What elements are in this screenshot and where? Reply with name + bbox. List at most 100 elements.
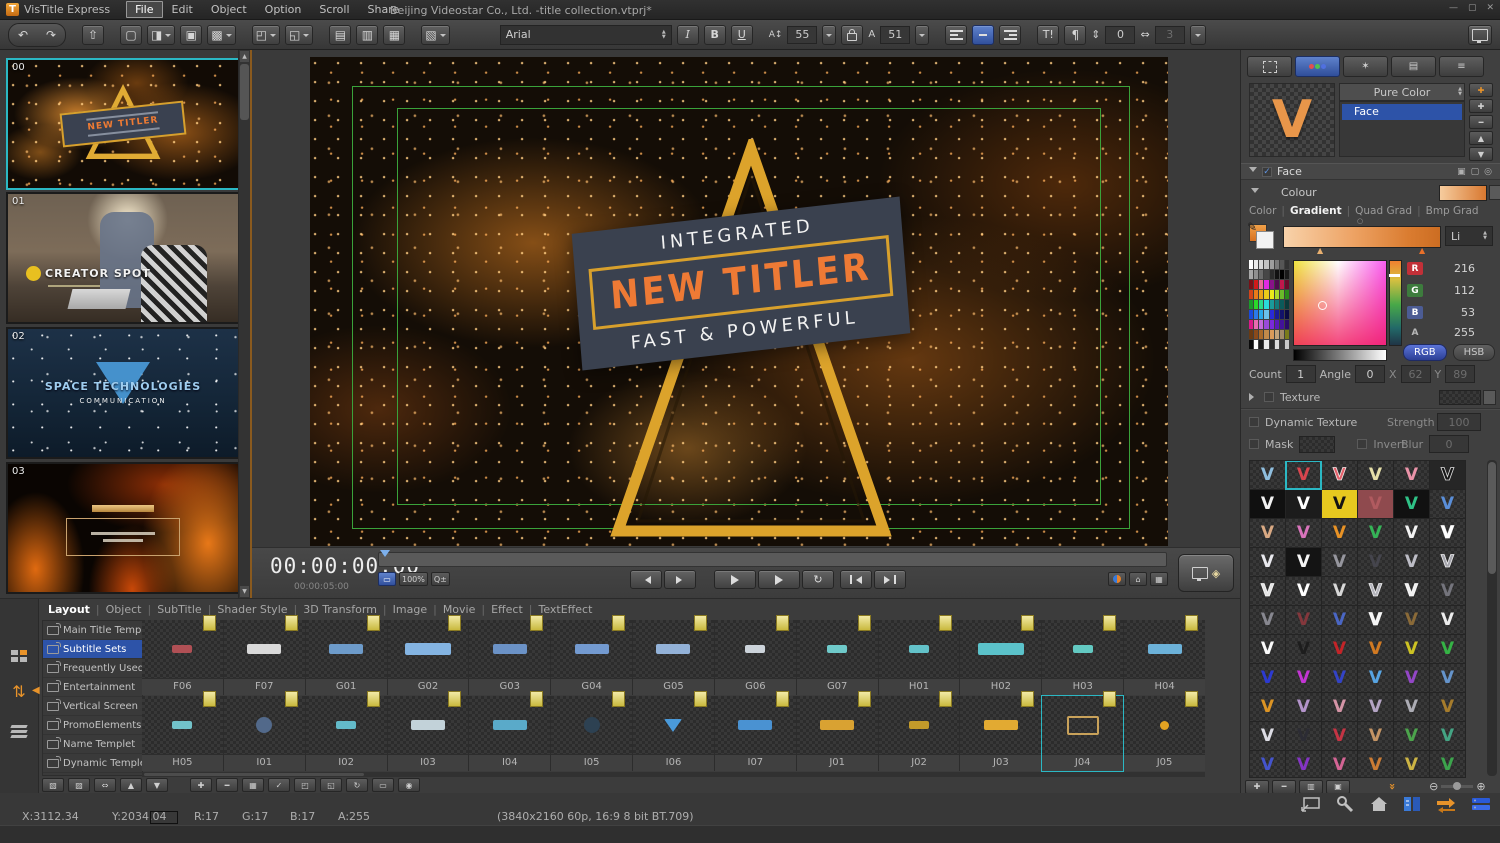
palette-swatch[interactable] bbox=[1264, 330, 1269, 339]
next-frame-button[interactable] bbox=[664, 570, 696, 589]
palette-swatch[interactable] bbox=[1259, 310, 1264, 319]
library-tab-layout[interactable]: Layout bbox=[48, 603, 90, 616]
palette-swatch[interactable] bbox=[1274, 280, 1279, 289]
palette-swatch[interactable] bbox=[1249, 310, 1254, 319]
template-i04[interactable]: I04 bbox=[469, 691, 551, 771]
title-thumbnail-03[interactable]: 03 bbox=[6, 462, 240, 594]
style-preset-22[interactable]: V bbox=[1394, 548, 1429, 576]
gradient-stop-2[interactable]: ▲ bbox=[1419, 246, 1425, 255]
template-j03[interactable]: J03 bbox=[960, 691, 1042, 771]
move-down-button[interactable]: ▼ bbox=[146, 778, 168, 792]
style-preset-35[interactable]: V bbox=[1430, 606, 1465, 634]
panel-layout-icon[interactable] bbox=[1402, 795, 1422, 813]
style-preset-28[interactable]: V bbox=[1394, 577, 1429, 605]
collapse-panel-icon[interactable]: ◀ bbox=[32, 685, 40, 696]
grid-toggle-button[interactable]: ▦ bbox=[1150, 572, 1168, 586]
palette-swatch[interactable] bbox=[1254, 280, 1259, 289]
save-as-button[interactable]: ▩ bbox=[207, 24, 236, 45]
playhead[interactable] bbox=[380, 550, 390, 562]
style-preset-39[interactable]: V bbox=[1358, 635, 1393, 663]
zoom-level-button[interactable]: 100% bbox=[399, 572, 428, 586]
style-preset-54[interactable]: V bbox=[1250, 722, 1285, 750]
menu-file[interactable]: File bbox=[126, 1, 163, 18]
palette-swatch[interactable] bbox=[1249, 260, 1254, 269]
style-preset-49[interactable]: V bbox=[1286, 693, 1321, 721]
style-preset-53[interactable]: V bbox=[1430, 693, 1465, 721]
palette-swatch[interactable] bbox=[1269, 320, 1274, 329]
palette-swatch[interactable] bbox=[1274, 290, 1279, 299]
palette-swatch[interactable] bbox=[1259, 290, 1264, 299]
palette-swatch[interactable] bbox=[1284, 260, 1289, 269]
face-enabled-checkbox[interactable]: ✓ bbox=[1262, 166, 1272, 177]
category-name-templet[interactable]: Name Templet bbox=[43, 735, 142, 754]
add-layer-button[interactable]: ✚ bbox=[1469, 83, 1493, 97]
style-preset-7[interactable]: V bbox=[1286, 490, 1321, 518]
style-preset-14[interactable]: V bbox=[1322, 519, 1357, 547]
palette-swatch[interactable] bbox=[1274, 320, 1279, 329]
template-i02[interactable]: I02 bbox=[305, 691, 387, 771]
template-h01[interactable]: H01 bbox=[878, 615, 960, 695]
palette-swatch[interactable] bbox=[1264, 310, 1269, 319]
palette-swatch[interactable] bbox=[1284, 340, 1289, 349]
storage-drive-icon[interactable] bbox=[1470, 795, 1492, 813]
fit-view-button[interactable]: ▭ bbox=[378, 572, 396, 586]
palette-swatch[interactable] bbox=[1269, 280, 1274, 289]
save-button[interactable]: ▣ bbox=[180, 24, 203, 45]
palette-swatch[interactable] bbox=[1269, 340, 1274, 349]
b-value[interactable]: 53 bbox=[1431, 306, 1475, 319]
style-preset-50[interactable]: V bbox=[1322, 693, 1357, 721]
transfer-icon[interactable] bbox=[1435, 795, 1457, 813]
open-button[interactable]: ◨ bbox=[147, 24, 176, 45]
palette-swatch[interactable] bbox=[1259, 330, 1264, 339]
style-preset-10[interactable]: V bbox=[1394, 490, 1429, 518]
style-preset-26[interactable]: V bbox=[1322, 577, 1357, 605]
char-spacing-value[interactable]: 51 bbox=[880, 25, 911, 44]
template-h05[interactable]: H05 bbox=[142, 691, 223, 771]
template-i03[interactable]: I03 bbox=[387, 691, 469, 771]
reset-style-icon[interactable]: ◎ bbox=[1484, 167, 1492, 177]
style-preset-45[interactable]: V bbox=[1358, 664, 1393, 692]
template-h02[interactable]: H02 bbox=[960, 615, 1042, 695]
style-preset-60[interactable]: V bbox=[1250, 751, 1285, 777]
title-thumbnail-01[interactable]: 01 CREATOR SPOT bbox=[6, 192, 240, 324]
mask-checkbox[interactable] bbox=[1249, 439, 1259, 449]
palette-swatch[interactable] bbox=[1279, 330, 1284, 339]
palette-swatch[interactable] bbox=[1284, 310, 1289, 319]
template-g07[interactable]: G07 bbox=[796, 615, 878, 695]
hsb-mode-button[interactable]: HSB bbox=[1452, 344, 1496, 361]
palette-swatch[interactable] bbox=[1279, 310, 1284, 319]
invert-checkbox[interactable] bbox=[1357, 439, 1368, 449]
r-value[interactable]: 216 bbox=[1431, 262, 1475, 275]
align-center-button[interactable] bbox=[972, 24, 995, 45]
palette-swatch[interactable] bbox=[1284, 330, 1289, 339]
library-tab-image[interactable]: Image bbox=[393, 603, 427, 616]
timeline-track[interactable] bbox=[378, 552, 1167, 567]
restore-icon[interactable]: ▢ bbox=[1468, 3, 1477, 13]
template-g01[interactable]: G01 bbox=[305, 615, 387, 695]
template-f07[interactable]: F07 bbox=[223, 615, 305, 695]
library-tab-subtitle[interactable]: SubTitle bbox=[157, 603, 202, 616]
style-preset-23[interactable]: V bbox=[1430, 548, 1465, 576]
go-to-end-button[interactable] bbox=[874, 570, 906, 589]
style-preset-4[interactable]: V bbox=[1394, 461, 1429, 489]
style-preset-18[interactable]: V bbox=[1250, 548, 1285, 576]
loop-play-button[interactable]: ↻ bbox=[802, 570, 834, 589]
scrollbar-thumb[interactable] bbox=[144, 773, 364, 776]
style-preset-24[interactable]: V bbox=[1250, 577, 1285, 605]
palette-swatch[interactable] bbox=[1254, 300, 1259, 309]
style-preset-52[interactable]: V bbox=[1394, 693, 1429, 721]
palette-swatch[interactable] bbox=[1259, 320, 1264, 329]
template-h03[interactable]: H03 bbox=[1042, 615, 1124, 695]
hue-slider[interactable] bbox=[1389, 260, 1402, 346]
template-i06[interactable]: I06 bbox=[633, 691, 714, 771]
thumbnail-scrollbar[interactable]: ▲ ▼ bbox=[238, 50, 250, 598]
shader-layer-dropdown[interactable]: Pure Color ▲ ▼ bbox=[1339, 83, 1465, 101]
gradient-fill-icon[interactable]: ✎ bbox=[1247, 220, 1275, 249]
angle-input[interactable]: 0 bbox=[1354, 365, 1385, 383]
palette-swatch[interactable] bbox=[1269, 270, 1274, 279]
copy-style-icon[interactable]: ▣ bbox=[1457, 167, 1466, 177]
palette-swatch[interactable] bbox=[1279, 280, 1284, 289]
palette-swatch[interactable] bbox=[1274, 330, 1279, 339]
template-h04[interactable]: H04 bbox=[1124, 615, 1205, 695]
library-tab-effect[interactable]: Effect bbox=[491, 603, 523, 616]
